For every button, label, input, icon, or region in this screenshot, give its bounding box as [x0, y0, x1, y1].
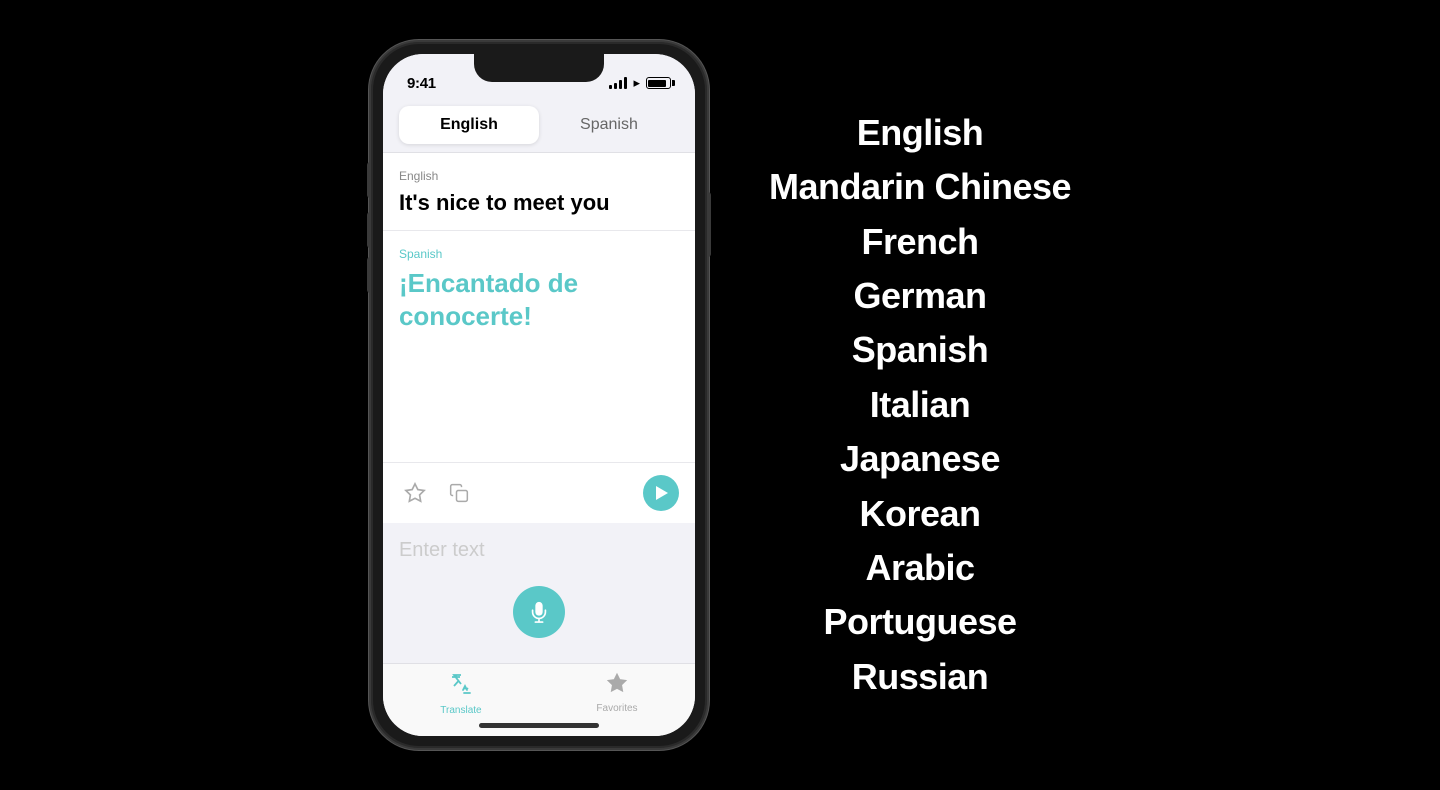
signal-bar-2: [614, 83, 617, 89]
copy-icon[interactable]: [443, 477, 475, 509]
translated-lang-label: Spanish: [399, 247, 679, 261]
signal-bar-4: [624, 77, 627, 89]
iphone-frame: 9:41 ▸︎: [369, 40, 709, 750]
lang-item-russian: Russian: [852, 652, 989, 702]
lang-item-english: English: [857, 108, 984, 158]
play-triangle-icon: [656, 486, 668, 500]
wifi-icon: ▸︎: [633, 75, 640, 91]
source-section: English It's nice to meet you: [383, 153, 695, 231]
home-indicator: [479, 723, 599, 728]
lang-item-japanese: Japanese: [840, 434, 1000, 484]
lang-item-italian: Italian: [870, 380, 971, 430]
action-bar: [383, 462, 695, 523]
lang-item-french: French: [861, 217, 978, 267]
favorite-icon[interactable]: [399, 477, 431, 509]
tab-favorites[interactable]: Favorites: [539, 672, 695, 716]
status-time: 9:41: [407, 75, 436, 92]
translated-text: ¡Encantado de conocerte!: [399, 267, 679, 335]
play-button[interactable]: [643, 475, 679, 511]
lang-item-spanish: Spanish: [852, 325, 989, 375]
source-lang-label: English: [399, 169, 679, 183]
translate-icon: [449, 672, 473, 702]
input-area: Enter text: [383, 523, 695, 663]
signal-bar-3: [619, 80, 622, 89]
status-icons: ▸︎: [609, 75, 671, 91]
enter-text-placeholder[interactable]: Enter text: [399, 539, 485, 562]
notch: [474, 54, 604, 82]
iphone-wrapper: 9:41 ▸︎: [369, 40, 709, 750]
lang-item-arabic: Arabic: [865, 543, 974, 593]
tab-favorites-label: Favorites: [596, 703, 637, 714]
lang-item-portuguese: Portuguese: [823, 597, 1016, 647]
translation-section: Spanish ¡Encantado de conocerte!: [383, 231, 695, 462]
lang-item-mandarin: Mandarin Chinese: [769, 162, 1071, 212]
signal-bars-icon: [609, 77, 627, 89]
battery-icon: [646, 77, 671, 89]
lang-item-german: German: [853, 271, 986, 321]
source-text: It's nice to meet you: [399, 189, 679, 218]
tab-english[interactable]: English: [399, 106, 539, 144]
tab-spanish[interactable]: Spanish: [539, 106, 679, 144]
iphone-screen: 9:41 ▸︎: [383, 54, 695, 736]
battery-fill: [648, 80, 666, 87]
tab-translate-label: Translate: [440, 705, 481, 716]
language-list: English Mandarin Chinese French German S…: [769, 108, 1071, 702]
mic-button[interactable]: [513, 586, 565, 638]
main-container: 9:41 ▸︎: [0, 0, 1440, 790]
translation-area: English It's nice to meet you Spanish ¡E…: [383, 153, 695, 523]
language-tabs: English Spanish: [383, 98, 695, 153]
lang-item-korean: Korean: [859, 489, 980, 539]
favorites-icon: [606, 672, 628, 700]
signal-bar-1: [609, 85, 612, 89]
tab-translate[interactable]: Translate: [383, 672, 539, 716]
mic-icon: [528, 601, 550, 623]
